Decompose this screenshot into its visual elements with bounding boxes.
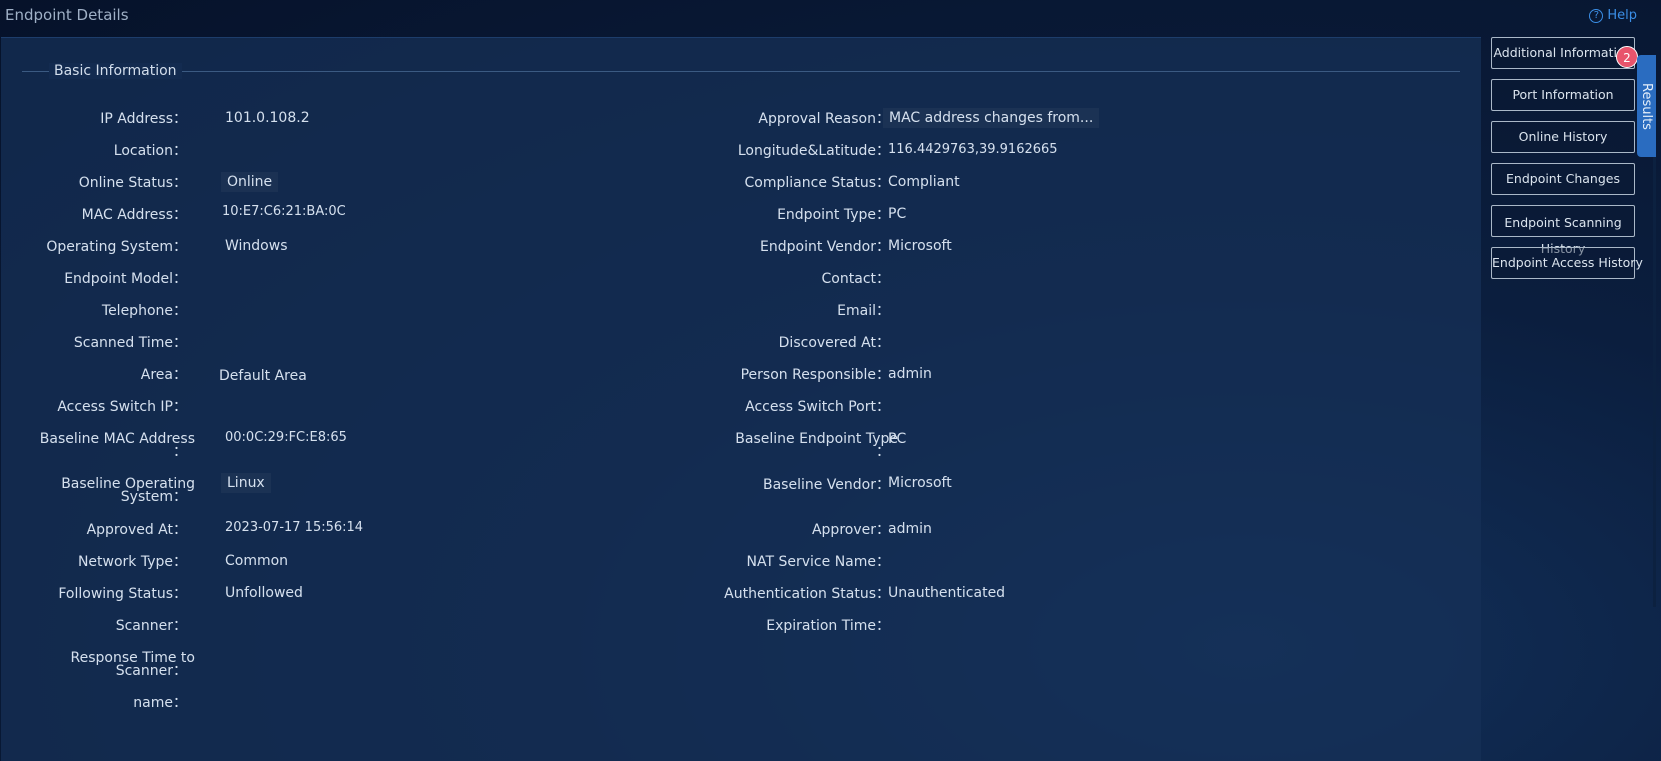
field-label: Longitude&Latitude：: [737, 143, 890, 159]
field-label: Scanned Time：: [73, 335, 187, 351]
endpoint-scanning-history-button[interactable]: Endpoint Scanning History: [1491, 205, 1635, 256]
online-status-value: Online: [221, 172, 279, 192]
approval-reason-value: MAC address changes from...: [883, 108, 1100, 128]
help-link[interactable]: ? Help: [1589, 8, 1637, 23]
field-value: Windows: [225, 238, 288, 254]
field-value: admin: [888, 521, 932, 537]
field-value: PC: [888, 431, 907, 447]
field-label: Telephone：: [101, 303, 187, 319]
field-label: name：: [133, 695, 187, 711]
page-title: Endpoint Details: [5, 6, 129, 24]
additional-information-button[interactable]: Additional Information: [1491, 37, 1635, 69]
field-value: Unfollowed: [225, 585, 303, 601]
section-divider: [22, 71, 1460, 85]
field-value: Microsoft: [888, 475, 952, 491]
field-label: Access Switch Port：: [745, 399, 890, 415]
field-label: Network Type：: [77, 554, 187, 570]
section-title: Basic Information: [49, 63, 182, 79]
field-value: 00:0C:29:FC:E8:65: [225, 430, 347, 445]
field-value: admin: [888, 366, 932, 382]
question-circle-icon: ?: [1589, 8, 1604, 23]
field-label-colon: ：: [876, 444, 890, 460]
field-label: Authentication Status：: [724, 586, 890, 602]
field-label: Following Status：: [58, 586, 187, 602]
field-value: Unauthenticated: [888, 585, 1006, 601]
field-label: Scanner：: [115, 663, 187, 679]
field-label: IP Address：: [100, 111, 187, 127]
field-label: NAT Service Name：: [746, 554, 890, 570]
field-value: 101.0.108.2: [225, 110, 310, 126]
field-value: 2023-07-17 15:56:14: [225, 520, 364, 535]
field-label: Approved At：: [86, 522, 187, 538]
header-bar: Endpoint Details ? Help: [0, 0, 1661, 36]
field-label: Expiration Time：: [766, 618, 890, 634]
notification-badge: 2: [1616, 46, 1638, 68]
field-value: Common: [225, 553, 289, 569]
field-label: Email：: [837, 303, 890, 319]
port-information-button[interactable]: Port Information: [1491, 79, 1635, 111]
field-value: Linux: [221, 473, 271, 493]
field-label: System：: [120, 489, 187, 505]
endpoint-changes-button[interactable]: Endpoint Changes: [1491, 163, 1635, 195]
details-panel: Basic Information IP Address： 101.0.108.…: [1, 37, 1481, 761]
results-tab[interactable]: Results: [1637, 55, 1656, 157]
field-label-colon: ：: [173, 444, 187, 460]
field-label: Scanner：: [115, 618, 187, 634]
field-label: Baseline Vendor：: [763, 477, 890, 493]
field-label: Approver：: [811, 522, 890, 538]
field-label: Discovered At：: [778, 335, 890, 351]
field-label: Endpoint Type：: [777, 207, 890, 223]
field-label: Area：: [140, 367, 187, 383]
field-label: Operating System：: [46, 239, 187, 255]
online-history-button[interactable]: Online History: [1491, 121, 1635, 153]
field-value: 116.4429763,39.9162665: [888, 142, 1058, 157]
field-value: Microsoft: [888, 238, 952, 254]
field-label: Baseline MAC Address: [39, 431, 195, 447]
scrollbar[interactable]: [1653, 157, 1656, 607]
endpoint-access-history-button[interactable]: Endpoint Access History: [1491, 247, 1643, 279]
field-value: 10:E7:C6:21:BA:0C: [222, 204, 346, 219]
button-label-line1: Endpoint Scanning: [1504, 215, 1622, 230]
field-label: Compliance Status：: [744, 175, 890, 191]
field-label: Contact：: [821, 271, 890, 287]
field-label: MAC Address：: [81, 207, 187, 223]
field-label: Access Switch IP：: [57, 399, 187, 415]
field-value: Default Area: [219, 368, 307, 384]
field-label: Baseline Endpoint Type: [735, 431, 898, 447]
field-value: Compliant: [888, 174, 960, 190]
field-label: Location：: [113, 143, 187, 159]
field-value: PC: [888, 206, 907, 222]
field-label: Online Status：: [78, 175, 187, 191]
field-label: Person Responsible：: [740, 367, 890, 383]
field-label: Approval Reason：: [758, 111, 890, 127]
help-label: Help: [1607, 8, 1637, 23]
field-label: Endpoint Model：: [64, 271, 187, 287]
field-label: Endpoint Vendor：: [760, 239, 890, 255]
